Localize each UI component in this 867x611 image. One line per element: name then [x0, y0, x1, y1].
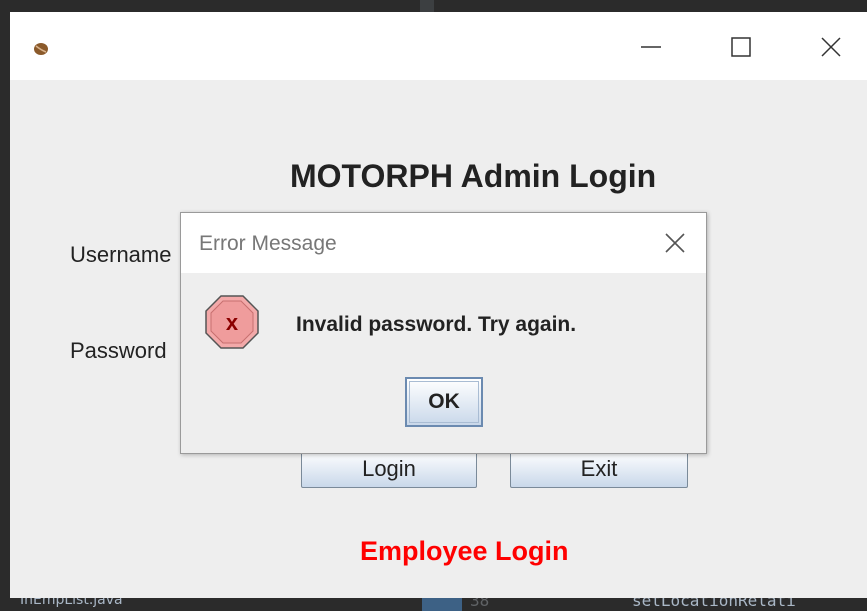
window-titlebar — [10, 12, 867, 80]
error-dialog: Error Message x Invalid password. Try ag… — [180, 212, 707, 454]
password-label: Password — [70, 338, 167, 363]
dialog-title: Error Message — [199, 232, 337, 255]
coffee-cup-icon — [34, 43, 48, 55]
close-button[interactable] — [816, 32, 846, 62]
error-message: Invalid password. Try again. — [296, 313, 577, 336]
ide-file-tab: InEmpList.java — [20, 598, 123, 608]
desktop-top-strip — [0, 0, 867, 12]
dialog-close-icon[interactable] — [659, 227, 691, 259]
ide-gutter — [422, 598, 462, 611]
minimize-icon — [641, 46, 661, 48]
maximize-button[interactable] — [726, 32, 756, 62]
ide-code-line: setLocationRelati — [632, 598, 796, 610]
desktop-divider — [420, 0, 434, 12]
username-label: Username — [70, 242, 172, 267]
ide-background-strip: InEmpList.java 38 setLocationRelati — [0, 598, 867, 611]
maximize-icon — [731, 37, 751, 57]
dialog-titlebar: Error Message — [181, 213, 706, 273]
page-title: MOTORPH Admin Login — [290, 158, 657, 194]
employee-login-link[interactable]: Employee Login — [360, 536, 569, 567]
minimize-button[interactable] — [636, 32, 666, 62]
exit-button[interactable]: Exit — [510, 450, 688, 488]
error-icon: x — [205, 295, 259, 349]
ok-button[interactable]: OK — [405, 377, 483, 427]
close-icon — [821, 37, 841, 57]
ide-line-number: 38 — [470, 598, 490, 610]
login-button[interactable]: Login — [301, 450, 477, 488]
svg-text:x: x — [226, 310, 239, 335]
